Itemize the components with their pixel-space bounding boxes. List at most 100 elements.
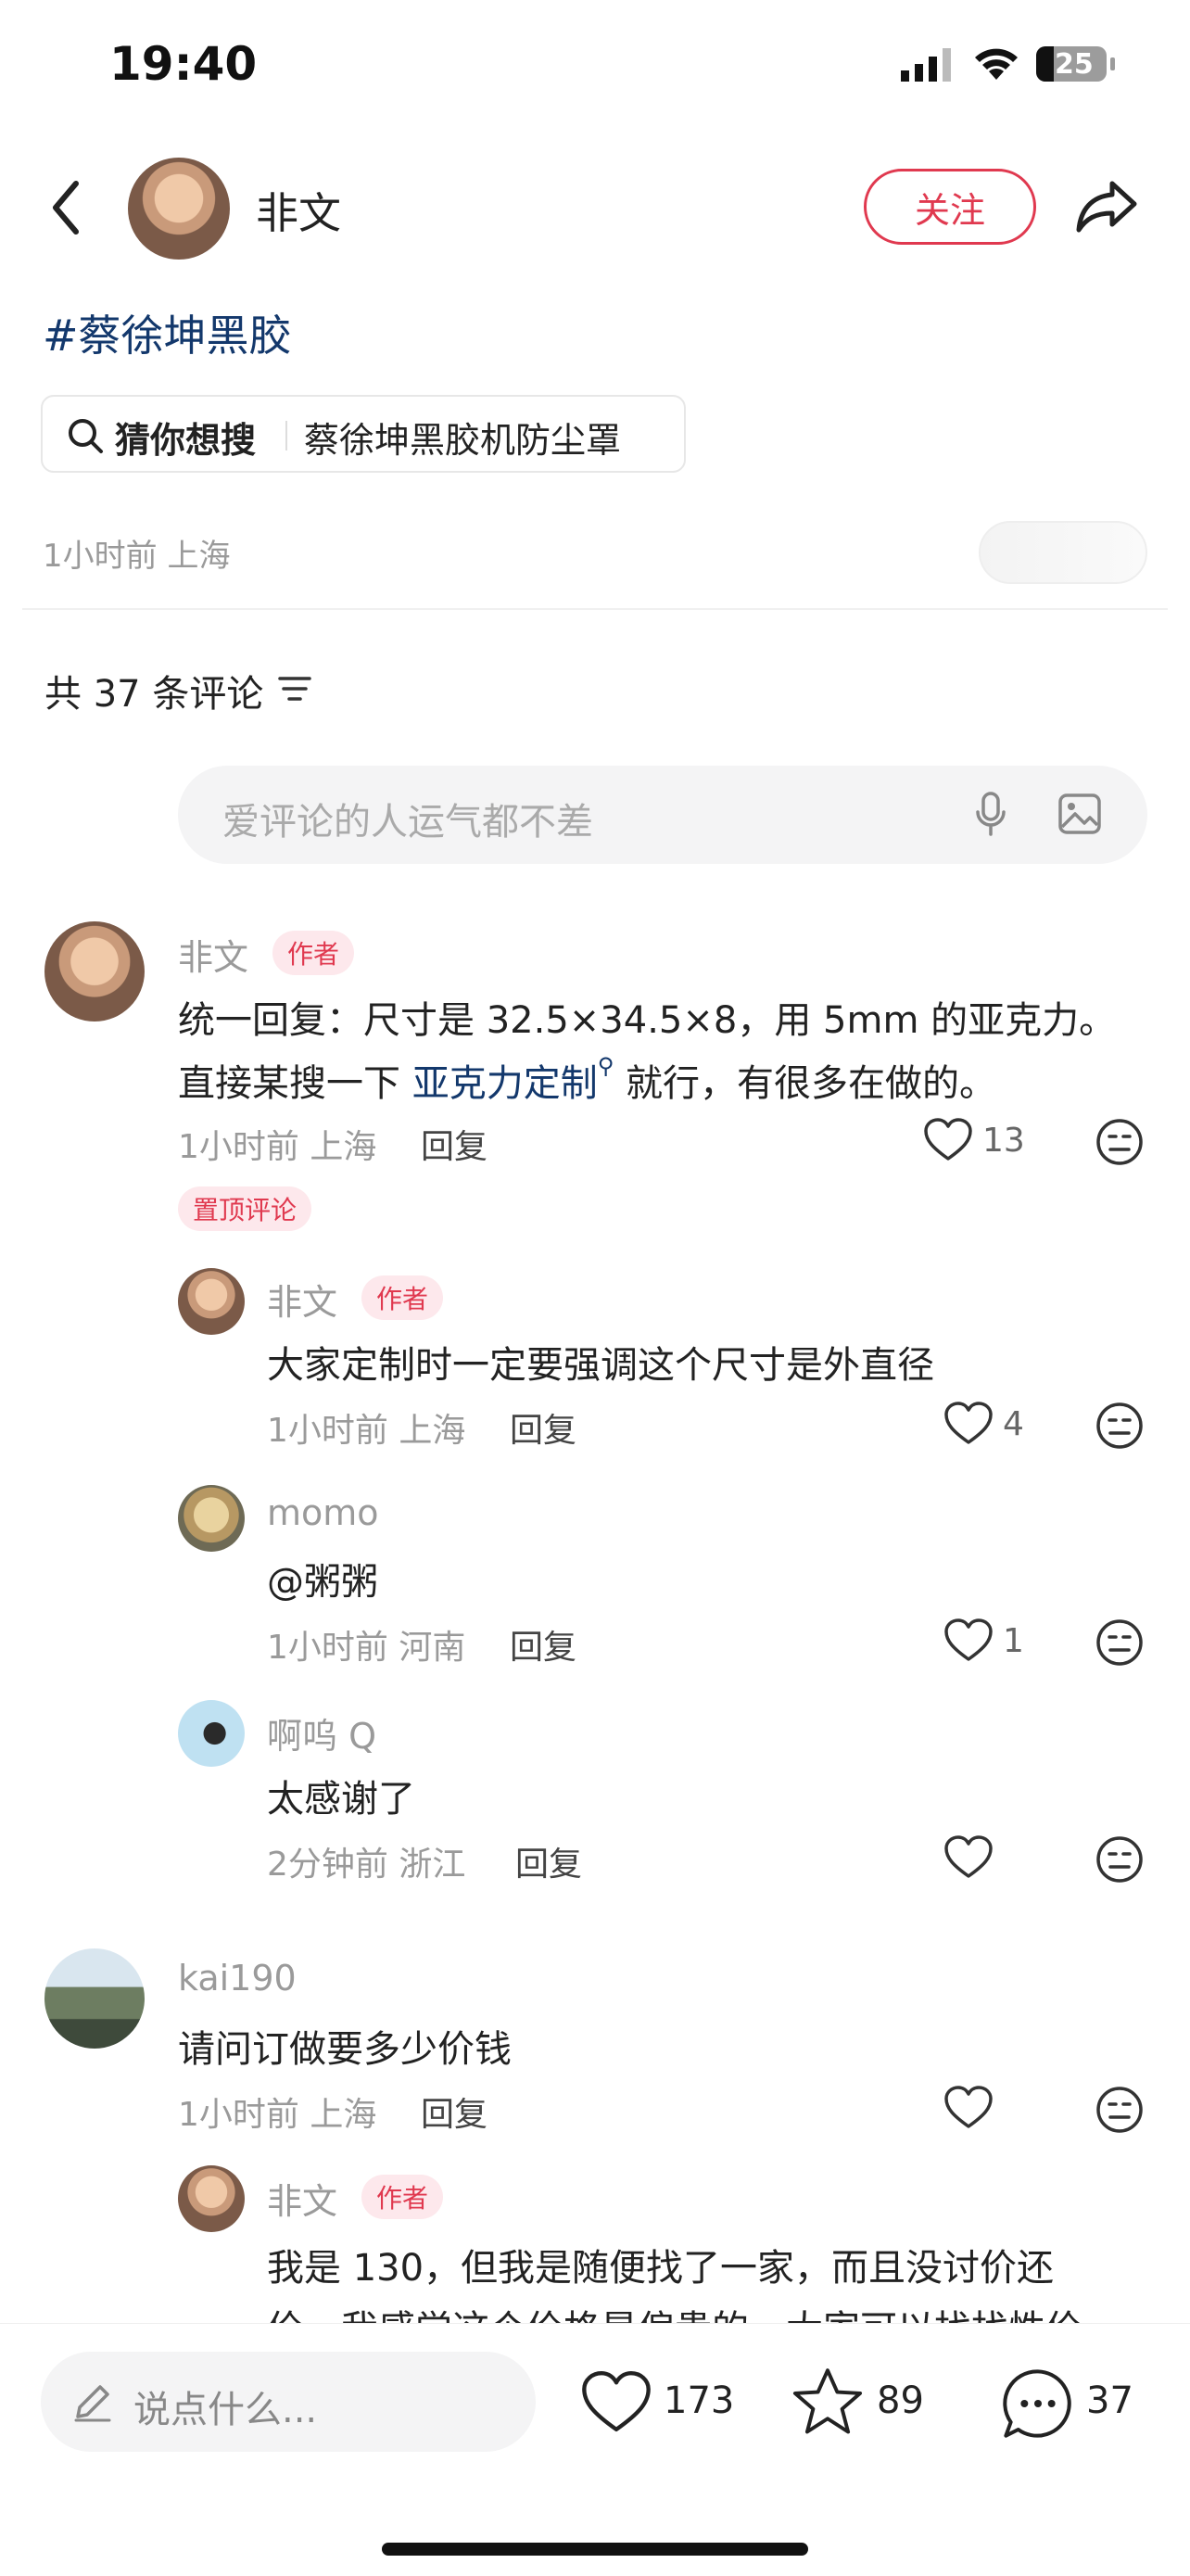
comment-icon: [1003, 2369, 1071, 2438]
like-count: 4: [1003, 1405, 1024, 1443]
suggest-label: 猜你想搜: [115, 420, 257, 461]
mention-link[interactable]: @粥粥: [267, 1552, 378, 1605]
heart-icon: [944, 1402, 993, 1444]
comment-input[interactable]: 爱评论的人运气都不差: [178, 766, 1147, 864]
reply-button[interactable]: 回复: [421, 1120, 487, 1168]
comment-avatar[interactable]: [178, 1485, 245, 1552]
hashtag-link[interactable]: #蔡徐坤黑胶: [43, 302, 292, 363]
emoji-icon: [1096, 1119, 1143, 1165]
emoji-button[interactable]: [1095, 1618, 1144, 1670]
comment-text: 我是 130，但我是随便找了一家，而且没讨价还: [267, 2247, 1055, 2290]
comment-count: 共 37 条评论: [44, 673, 264, 716]
bottom-comment-input[interactable]: 说点什么...: [41, 2352, 536, 2452]
comment-avatar[interactable]: [178, 1700, 245, 1767]
emoji-button[interactable]: [1095, 2086, 1144, 2138]
emoji-button[interactable]: [1095, 1402, 1144, 1453]
comment-meta: 1小时前 河南: [267, 1629, 466, 1667]
comment-text: 统一回复：尺寸是 32.5×34.5×8，用 5mm 的亚克力。: [178, 990, 1116, 1044]
comment-author[interactable]: 啊呜 Q: [267, 1707, 376, 1758]
suggest-query: 蔡徐坤黑胶机防尘罩: [304, 420, 622, 461]
post-meta: 1小时前 上海: [43, 538, 231, 575]
comment-author[interactable]: 非文: [267, 2173, 337, 2224]
emoji-icon: [1096, 1836, 1143, 1883]
post-like-count: 173: [664, 2379, 735, 2422]
battery-level: [1036, 46, 1054, 82]
status-time: 19:40: [109, 37, 258, 91]
microphone-icon[interactable]: [975, 792, 1006, 838]
post-star-count: 89: [877, 2379, 924, 2422]
divider: [285, 421, 287, 450]
like-count: 13: [982, 1122, 1025, 1160]
author-badge: 作者: [361, 2175, 444, 2219]
heart-icon: [944, 1618, 993, 1661]
battery-indicator: 25: [1036, 46, 1107, 82]
like-button[interactable]: [923, 1118, 973, 1166]
reply-button[interactable]: 回复: [515, 1837, 582, 1885]
comment-meta: 1小时前 上海: [267, 1412, 466, 1450]
author-badge: 作者: [272, 931, 355, 975]
star-icon: [792, 2368, 863, 2434]
comment-text: 大家定制时一定要强调这个尺寸是外直径: [267, 1344, 934, 1387]
image-icon[interactable]: [1058, 793, 1101, 834]
comment-author[interactable]: 非文: [267, 1274, 337, 1325]
suggested-search[interactable]: 猜你想搜 蔡徐坤黑胶机防尘罩: [41, 395, 686, 473]
pinned-badge: 置顶评论: [178, 1186, 312, 1231]
search-icon: [69, 419, 103, 453]
battery-percent: 25: [1055, 48, 1094, 81]
comment-author[interactable]: momo: [267, 1492, 379, 1533]
author-name[interactable]: 非文: [256, 180, 341, 241]
like-button[interactable]: [943, 1835, 994, 1884]
reply-button[interactable]: 回复: [510, 1620, 576, 1669]
post-star-button[interactable]: [791, 2367, 864, 2441]
comment-text: 太感谢了: [267, 1778, 415, 1821]
comment-author[interactable]: kai190: [178, 1958, 297, 1999]
comment-meta: 1小时前 上海: [178, 1128, 377, 1166]
comment-avatar[interactable]: [178, 1268, 245, 1335]
like-button[interactable]: [943, 1618, 994, 1667]
comment-avatar[interactable]: [44, 1948, 145, 2049]
post-like-button[interactable]: [580, 2370, 652, 2439]
comment-meta: 2分钟前 浙江: [267, 1846, 466, 1884]
heart-icon: [944, 1835, 993, 1878]
emoji-button[interactable]: [1095, 1118, 1144, 1170]
post-comment-button[interactable]: [1001, 2367, 1075, 2444]
author-avatar[interactable]: [128, 158, 230, 260]
like-button[interactable]: [943, 1402, 994, 1450]
emoji-icon: [1096, 1402, 1143, 1449]
sort-button[interactable]: [278, 675, 311, 706]
blurred-chip: [979, 521, 1147, 584]
share-button[interactable]: [1075, 178, 1140, 237]
comment-text-line: 统一回复：尺寸是 32.5×34.5×8，用 5mm 的亚克力。: [178, 999, 1117, 1042]
search-link-icon[interactable]: ⚲: [598, 1053, 614, 1079]
emoji-icon: [1096, 1619, 1143, 1666]
author-badge: 作者: [361, 1275, 444, 1320]
comment-avatar[interactable]: [44, 921, 145, 1022]
home-indicator: [382, 2543, 808, 2556]
post-comment-count: 37: [1086, 2379, 1133, 2422]
bottom-bar: 说点什么... 173 89 37: [0, 2323, 1190, 2576]
comment-text: 请问订做要多少价钱: [178, 2028, 512, 2071]
share-icon: [1076, 181, 1137, 233]
like-button[interactable]: [943, 2086, 994, 2134]
comment-text-part: 直接某搜一下: [178, 1062, 412, 1105]
back-button[interactable]: [48, 178, 85, 241]
filter-icon: [278, 677, 311, 701]
back-icon: [53, 181, 79, 235]
heart-icon: [944, 2086, 993, 2128]
reply-button[interactable]: 回复: [510, 1403, 576, 1452]
bottom-input-placeholder: 说点什么...: [133, 2389, 318, 2431]
search-link[interactable]: 亚克力定制: [412, 1062, 598, 1105]
emoji-button[interactable]: [1095, 1835, 1144, 1887]
follow-button[interactable]: 关注: [864, 169, 1036, 245]
pencil-icon: [74, 2385, 111, 2422]
comment-author[interactable]: 非文: [178, 929, 248, 980]
emoji-icon: [1096, 2087, 1143, 2133]
comment-text-part: 就行，有很多在做的。: [614, 1062, 997, 1105]
reply-button[interactable]: 回复: [421, 2087, 487, 2136]
divider-line: [22, 608, 1168, 610]
heart-icon: [924, 1118, 972, 1161]
comment-avatar[interactable]: [178, 2165, 245, 2232]
like-count: 1: [1003, 1622, 1024, 1660]
comment-text: 直接某搜一下 亚克力定制⚲ 就行，有很多在做的。: [178, 1053, 996, 1107]
heart-icon: [582, 2371, 651, 2432]
